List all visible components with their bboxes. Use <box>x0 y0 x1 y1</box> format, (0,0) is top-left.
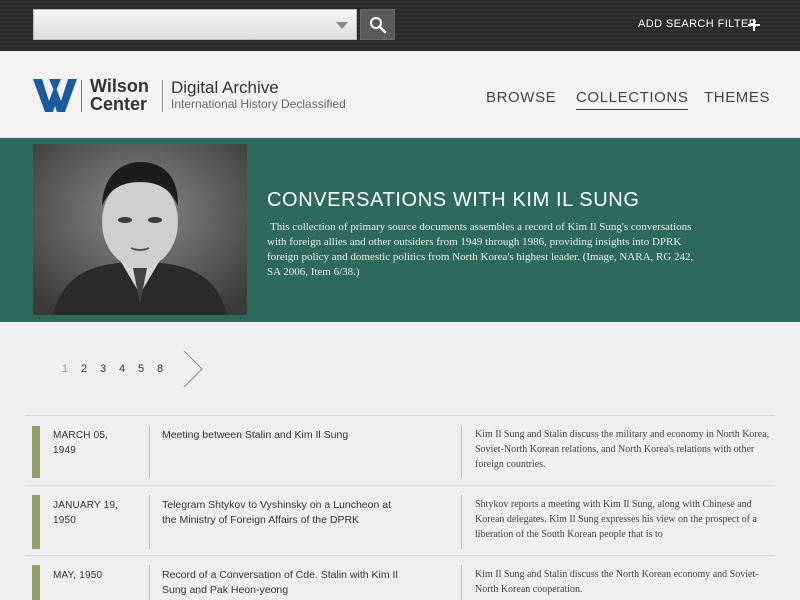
record-divider <box>461 495 462 549</box>
page-link-4[interactable]: 4 <box>119 363 125 375</box>
record-divider <box>461 565 462 600</box>
collection-description: This collection of primary source docume… <box>267 221 694 278</box>
site-subtitle: International History Declassified <box>171 97 346 111</box>
nav-themes[interactable]: THEMES <box>704 89 770 106</box>
logo-wordmark-line1: Wilson <box>90 76 149 96</box>
add-search-filter-label: ADD SEARCH FILTER <box>638 18 758 30</box>
record-title[interactable]: Telegram Shtykov to Vyshinsky on a Lunch… <box>162 498 402 528</box>
page-link-3[interactable]: 3 <box>100 363 106 375</box>
logo-divider <box>81 80 82 112</box>
page-link-1[interactable]: 1 <box>62 363 68 375</box>
page-link-5[interactable]: 5 <box>138 363 144 375</box>
next-page-arrow-icon[interactable] <box>182 350 204 388</box>
search-input[interactable] <box>33 9 357 40</box>
record-divider <box>149 426 150 478</box>
record-row[interactable]: MARCH 05, 1949 Meeting between Stalin an… <box>25 415 775 478</box>
nav-browse[interactable]: BROWSE <box>486 89 556 106</box>
record-accent-bar <box>32 426 40 478</box>
add-search-filter-button[interactable]: ADD SEARCH FILTER <box>620 12 770 38</box>
wilson-center-logo-icon[interactable] <box>33 79 77 112</box>
logo-wordmark-line2: Center <box>90 94 148 114</box>
record-accent-bar <box>32 495 40 549</box>
record-date: MARCH 05, 1949 <box>53 430 109 456</box>
record-title[interactable]: Record of a Conversation of Cde. Stalin … <box>162 568 402 598</box>
page-link-last[interactable]: 8 <box>157 363 163 375</box>
record-description: Kim Il Sung and Stalin discuss the North… <box>475 569 759 595</box>
site-title[interactable]: Digital Archive <box>171 78 279 98</box>
chevron-down-icon[interactable] <box>336 22 348 29</box>
record-description: Shtykov reports a meeting with Kim Il Su… <box>475 499 757 540</box>
search-button[interactable] <box>360 9 395 40</box>
search-icon <box>369 16 386 33</box>
plus-icon <box>748 19 760 31</box>
top-search-bar: ADD SEARCH FILTER <box>0 0 800 51</box>
record-date: JANUARY 19, 1950 <box>53 500 119 526</box>
collection-hero: CONVERSATIONS WITH KIM IL SUNG This coll… <box>0 138 800 322</box>
title-divider <box>162 80 163 112</box>
collection-portrait-image <box>33 144 247 315</box>
record-description: Kim Il Sung and Stalin discuss the milit… <box>475 429 770 470</box>
record-title[interactable]: Meeting between Stalin and Kim Il Sung <box>162 428 402 443</box>
page-link-2[interactable]: 2 <box>81 363 87 375</box>
record-divider <box>149 495 150 549</box>
record-row[interactable]: JANUARY 19, 1950 Telegram Shtykov to Vys… <box>25 485 775 549</box>
record-accent-bar <box>32 565 40 600</box>
logo-wordmark[interactable]: Wilson Center <box>90 77 149 113</box>
collection-title: CONVERSATIONS WITH KIM IL SUNG <box>267 189 640 211</box>
record-date: MAY, 1950 <box>53 570 103 581</box>
record-divider <box>149 565 150 600</box>
nav-collections[interactable]: COLLECTIONS <box>576 89 689 110</box>
site-header: Wilson Center Digital Archive Internatio… <box>0 51 800 138</box>
record-row[interactable]: MAY, 1950 Record of a Conversation of Cd… <box>25 555 775 600</box>
record-divider <box>461 426 462 478</box>
